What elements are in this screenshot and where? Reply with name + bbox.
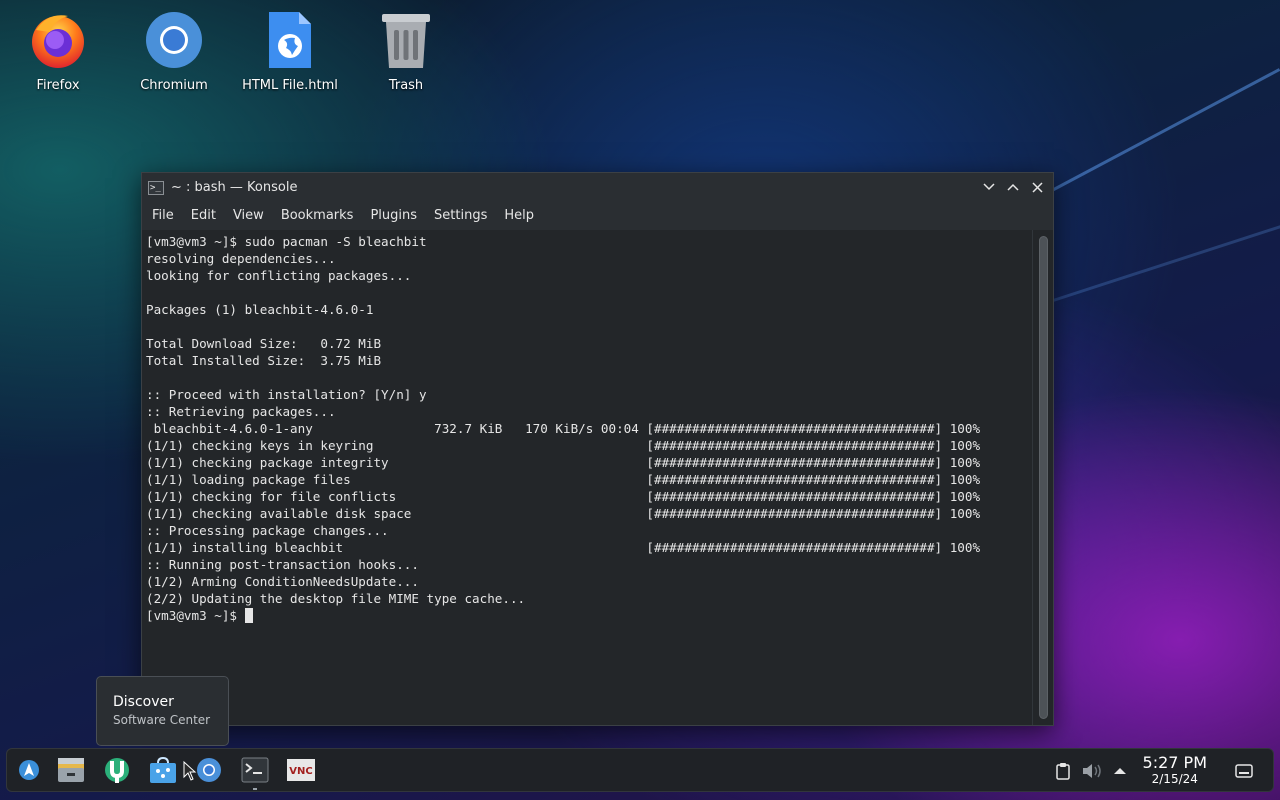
- chevron-up-icon: [1007, 183, 1019, 191]
- menu-edit[interactable]: Edit: [184, 204, 223, 228]
- store-button[interactable]: [145, 752, 181, 788]
- wallpaper-line: [1049, 68, 1280, 193]
- html-file-icon: [258, 8, 322, 72]
- terminal-line: (1/1) checking keys in keyring [########…: [146, 438, 981, 453]
- close-button[interactable]: [1027, 177, 1047, 197]
- terminal-line: :: Retrieving packages...: [146, 404, 336, 419]
- menubar: File Edit View Bookmarks Plugins Setting…: [142, 202, 1053, 230]
- window-titlebar[interactable]: >_ ~ : bash — Konsole: [142, 173, 1053, 202]
- menu-bookmarks[interactable]: Bookmarks: [274, 204, 361, 228]
- konsole-app-icon: >_: [148, 180, 164, 195]
- scrollbar-thumb[interactable]: [1039, 236, 1048, 719]
- volume-muted-icon: [1083, 764, 1101, 778]
- terminal-line: :: Processing package changes...: [146, 523, 389, 538]
- menu-plugins[interactable]: Plugins: [363, 204, 424, 228]
- desktop-icon-firefox[interactable]: Firefox: [0, 8, 116, 93]
- svg-text:VNC: VNC: [289, 766, 312, 777]
- minimize-button[interactable]: [979, 177, 999, 197]
- konsole-icon: [241, 757, 269, 783]
- terminal-scrollbar[interactable]: [1032, 230, 1053, 725]
- tooltip-subtitle: Software Center: [113, 713, 211, 727]
- firefox-icon: [26, 8, 90, 72]
- desktop-icon-trash[interactable]: Trash: [348, 8, 464, 93]
- mouse-cursor-icon: [183, 761, 197, 781]
- taskbar-tooltip: Discover Software Center: [96, 676, 229, 746]
- wallpaper-line: [1049, 219, 1280, 303]
- tray-expand-icon: [1114, 768, 1126, 774]
- terminal-line: Total Installed Size: 3.75 MiB: [146, 353, 382, 368]
- vnc-icon: VNC: [287, 759, 315, 781]
- tray-expand-button[interactable]: [1109, 760, 1131, 782]
- konsole-window[interactable]: >_ ~ : bash — Konsole File Edit View Boo…: [141, 172, 1054, 726]
- clipboard-button[interactable]: [1052, 760, 1074, 782]
- menu-view[interactable]: View: [226, 204, 271, 228]
- taskbar-panel: VNC 5:27 PM 2/15/24: [6, 748, 1274, 792]
- konsole-task-button[interactable]: [237, 752, 273, 788]
- clipboard-icon: [1056, 763, 1070, 780]
- close-icon: [1031, 181, 1043, 193]
- desktop-icon-label: Trash: [388, 78, 424, 93]
- desktop-icon-label: Firefox: [36, 78, 80, 93]
- clock-date: 2/15/24: [1151, 772, 1198, 786]
- tooltip-title: Discover: [113, 694, 174, 710]
- terminal-cursor: [244, 608, 253, 623]
- terminal-line: (1/1) checking package integrity [######…: [146, 455, 981, 470]
- trash-icon: [374, 8, 438, 72]
- terminal-output[interactable]: [vm3@vm3 ~]$ sudo pacman -S bleachbit res…: [142, 230, 1033, 725]
- application-launcher-icon: [19, 760, 39, 780]
- terminal-line: (1/1) loading package files [###########…: [146, 472, 981, 487]
- maximize-button[interactable]: [1003, 177, 1023, 197]
- terminal-line: (1/1) installing bleachbit [############…: [146, 540, 981, 555]
- chromium-icon: [142, 8, 206, 72]
- chevron-down-icon: [983, 183, 995, 191]
- file-manager-button[interactable]: [53, 752, 89, 788]
- chromium-icon: [197, 758, 221, 782]
- discover-icon: [105, 758, 129, 783]
- menu-settings[interactable]: Settings: [427, 204, 494, 228]
- terminal-line: [vm3@vm3 ~]$ sudo pacman -S bleachbit: [146, 234, 427, 249]
- show-desktop-button[interactable]: [1233, 760, 1255, 782]
- terminal-line: bleachbit-4.6.0-1-any 732.7 KiB 170 KiB/…: [146, 421, 981, 436]
- window-title: ~ : bash — Konsole: [171, 180, 298, 195]
- show-desktop-icon: [1235, 764, 1253, 778]
- terminal-line: (1/1) checking available disk space [###…: [146, 506, 981, 521]
- desktop-icon-chromium[interactable]: Chromium: [116, 8, 232, 93]
- menu-help[interactable]: Help: [497, 204, 541, 228]
- digital-clock[interactable]: 5:27 PM 2/15/24: [1143, 754, 1207, 787]
- menu-file[interactable]: File: [145, 204, 181, 228]
- terminal-line: looking for conflicting packages...: [146, 268, 412, 283]
- terminal-line: (1/1) checking for file conflicts [#####…: [146, 489, 981, 504]
- terminal-line: (1/2) Arming ConditionNeedsUpdate...: [146, 574, 419, 589]
- terminal-line: (2/2) Updating the desktop file MIME typ…: [146, 591, 526, 606]
- desktop-icon-label: HTML File.html: [242, 78, 338, 93]
- application-launcher-button[interactable]: [11, 752, 47, 788]
- terminal-line: resolving dependencies...: [146, 251, 336, 266]
- terminal-line: Total Download Size: 0.72 MiB: [146, 336, 382, 351]
- active-task-indicator: [253, 788, 257, 790]
- desktop-icon-html-file[interactable]: HTML File.html: [232, 8, 348, 93]
- terminal-line: Packages (1) bleachbit-4.6.0-1: [146, 302, 374, 317]
- store-icon: [150, 756, 176, 783]
- volume-button[interactable]: [1081, 760, 1103, 782]
- discover-button[interactable]: [99, 752, 135, 788]
- terminal-line: [vm3@vm3 ~]$: [146, 607, 1033, 624]
- file-manager-icon: [58, 758, 84, 782]
- terminal-line: :: Running post-transaction hooks...: [146, 557, 419, 572]
- clock-time: 5:27 PM: [1142, 753, 1207, 772]
- vnc-task-button[interactable]: VNC: [283, 752, 319, 788]
- terminal-line: :: Proceed with installation? [Y/n] y: [146, 387, 427, 402]
- desktop-icon-label: Chromium: [140, 78, 208, 93]
